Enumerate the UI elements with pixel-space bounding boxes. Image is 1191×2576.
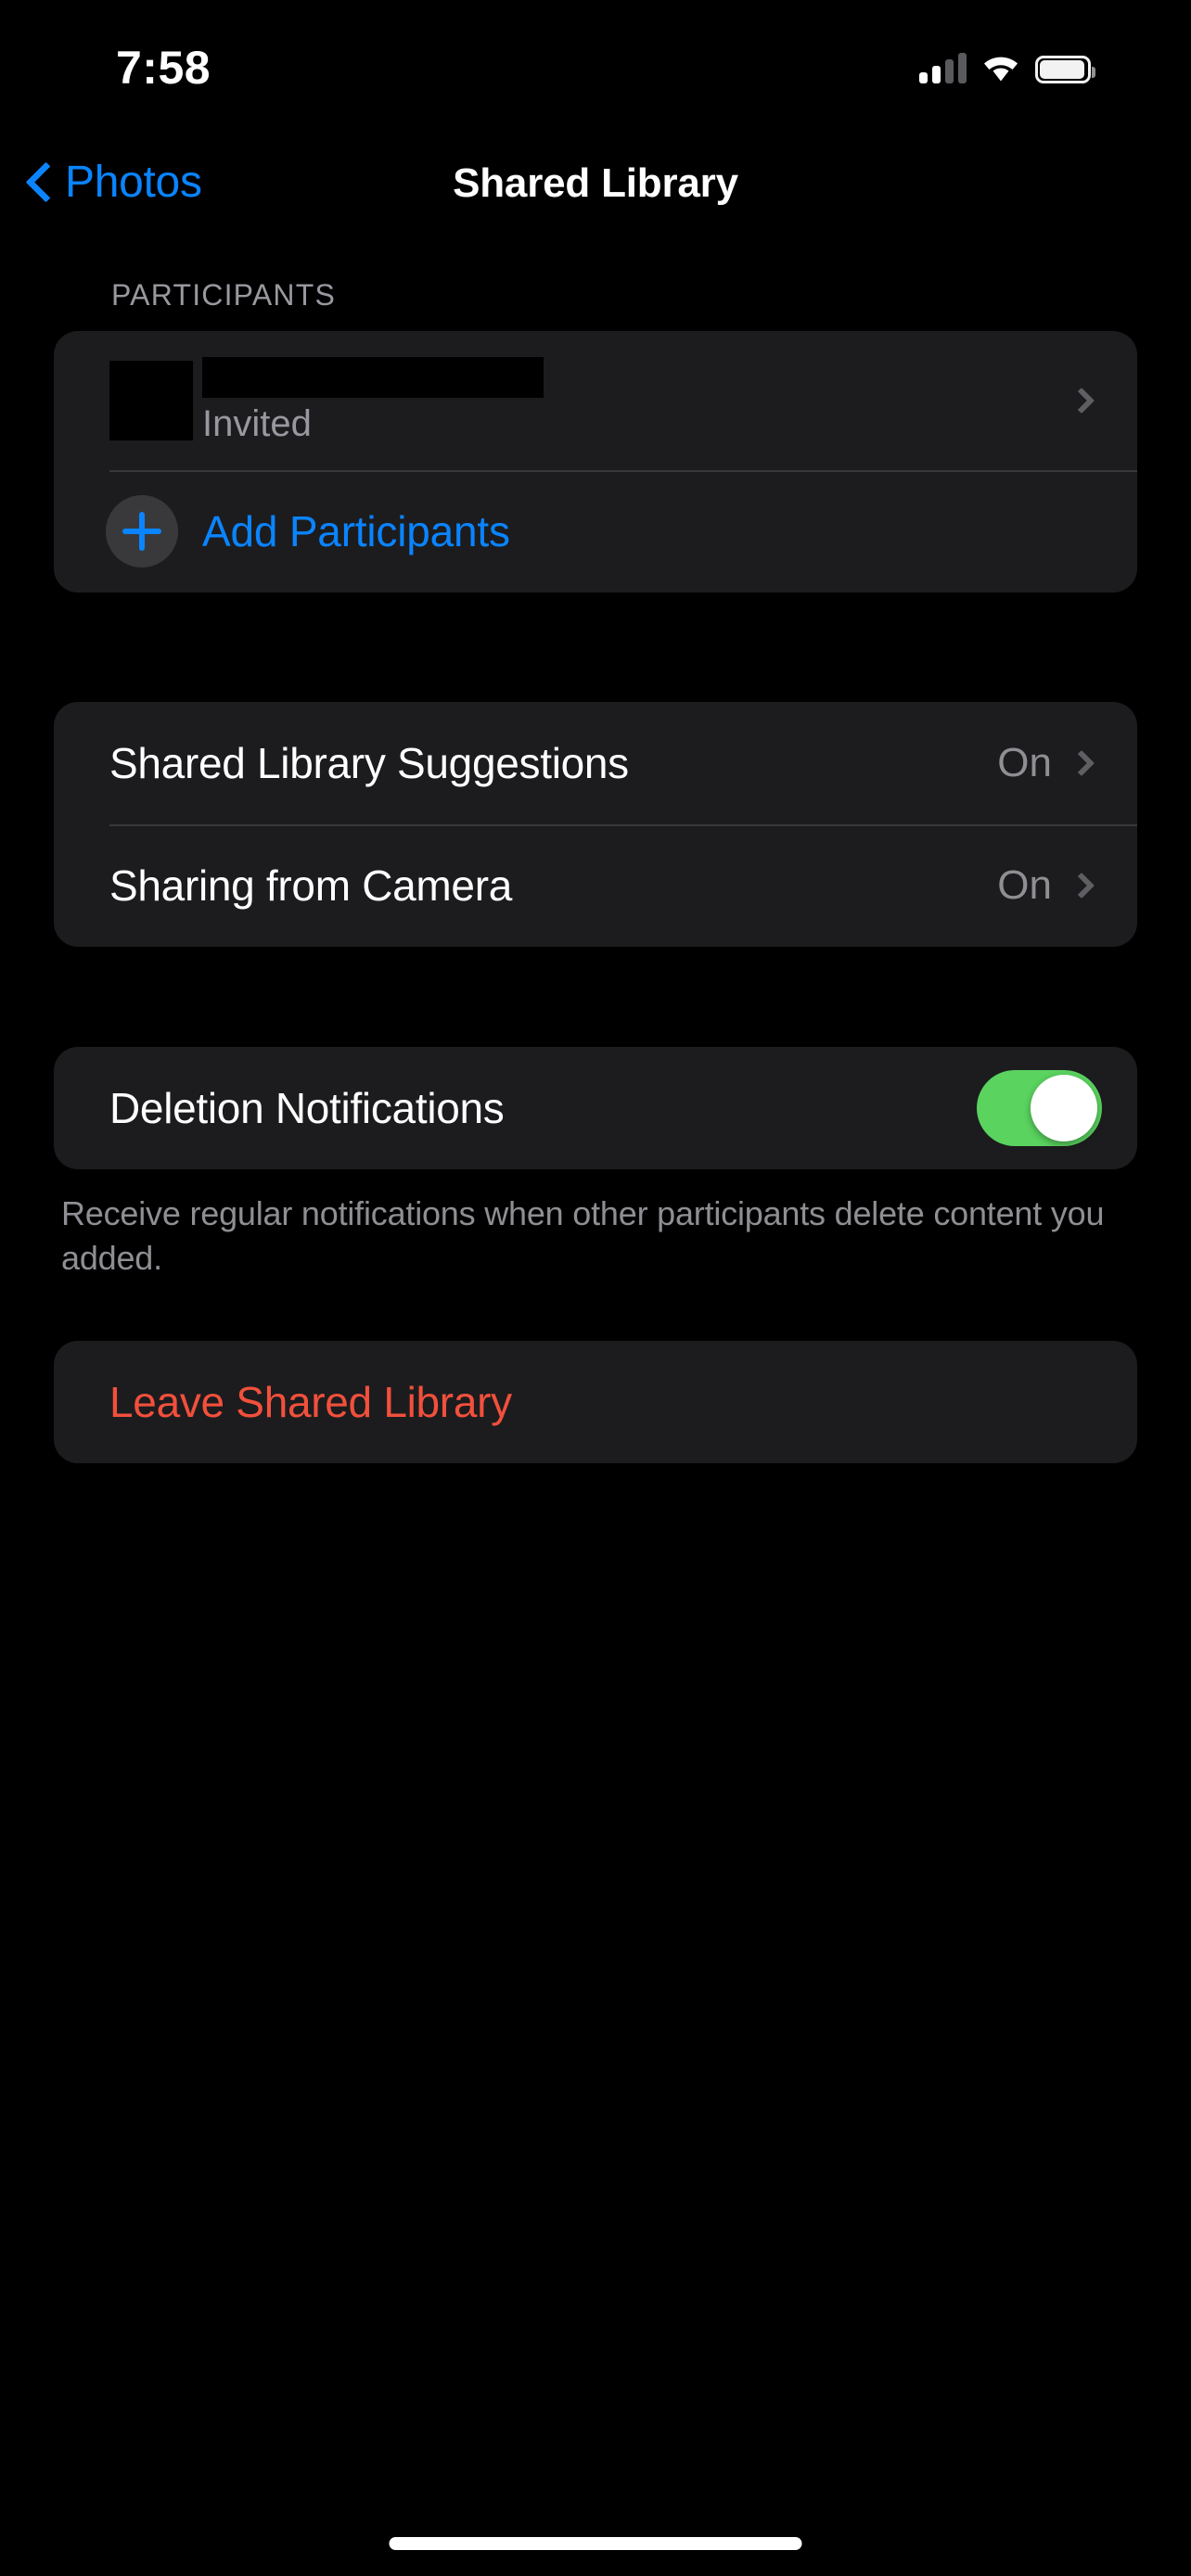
leave-shared-library-label: Leave Shared Library [109, 1378, 512, 1427]
status-bar: 7:58 [0, 0, 1191, 121]
participant-status: Invited [202, 402, 312, 444]
home-indicator[interactable] [389, 2537, 802, 2550]
toggle-knob [1031, 1075, 1097, 1141]
sharing-settings-card: Shared Library Suggestions On Sharing fr… [54, 702, 1137, 947]
battery-full-icon [1035, 56, 1095, 83]
row-label: Sharing from Camera [109, 861, 513, 910]
deletion-notifications-toggle[interactable] [977, 1070, 1102, 1146]
navigation-bar: Photos Shared Library [0, 144, 1191, 241]
status-bar-time: 7:58 [116, 42, 211, 94]
avatar [109, 361, 193, 440]
deletion-notifications-footnote: Receive regular notifications when other… [61, 1194, 1105, 1277]
deletion-notifications-card: Deletion Notifications [54, 1047, 1137, 1169]
participants-card: Invited Add Participants [54, 331, 1137, 593]
leave-shared-library-card: Leave Shared Library [54, 1341, 1137, 1464]
row-label: Deletion Notifications [109, 1084, 505, 1132]
row-label: Shared Library Suggestions [109, 739, 629, 787]
status-bar-indicators [919, 45, 1095, 83]
settings-list: PARTICIPANTS Invited Add Participants Sh… [0, 278, 1191, 1464]
page-title: Shared Library [453, 160, 738, 206]
row-value: On [997, 740, 1052, 785]
add-participants-label: Add Participants [202, 507, 510, 555]
plus-circle-icon [106, 495, 178, 567]
add-participants-row[interactable]: Add Participants [54, 470, 1137, 593]
iphone-screen: 7:58 Photos Shared Library PARTICIPANTS … [0, 0, 1191, 2576]
row-deletion-notifications: Deletion Notifications [54, 1047, 1137, 1169]
row-shared-library-suggestions[interactable]: Shared Library Suggestions On [54, 702, 1137, 824]
participant-texts: Invited [202, 356, 1072, 445]
row-sharing-from-camera[interactable]: Sharing from Camera On [54, 824, 1137, 947]
participants-section-header: PARTICIPANTS [111, 278, 336, 312]
wifi-icon [980, 52, 1021, 83]
leave-shared-library-row[interactable]: Leave Shared Library [54, 1341, 1137, 1463]
cellular-signal-icon [919, 52, 967, 83]
chevron-right-icon [1068, 749, 1095, 777]
chevron-right-icon [1068, 872, 1095, 899]
chevron-right-icon [1068, 387, 1095, 414]
row-value: On [997, 862, 1052, 908]
participant-row[interactable]: Invited [54, 331, 1137, 470]
participant-name-redacted [202, 356, 544, 398]
